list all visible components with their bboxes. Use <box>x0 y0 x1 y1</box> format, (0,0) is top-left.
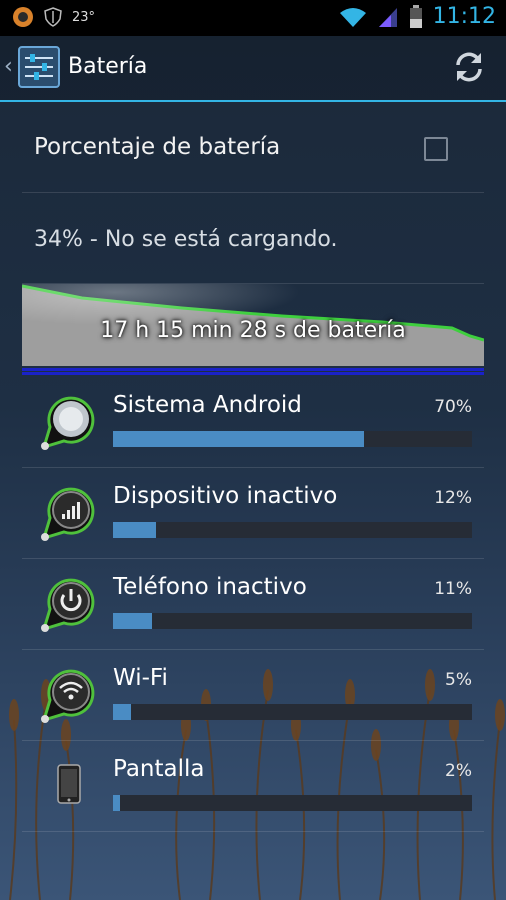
clock: 11:12 <box>432 4 496 29</box>
usage-percent: 5% <box>445 670 472 690</box>
usage-name: Wi-Fi <box>113 665 168 691</box>
battery-status-row: 34% - No se está cargando. <box>22 193 484 284</box>
android-system-icon <box>41 396 95 450</box>
battery-percentage-setting[interactable]: Porcentaje de batería <box>22 104 484 193</box>
shield-icon <box>44 7 62 27</box>
status-bar: 23° 11:12 <box>0 0 506 36</box>
settings-app-icon[interactable] <box>18 46 60 88</box>
usage-item-device-idle[interactable]: Dispositivo inactivo 12% <box>22 468 484 559</box>
usage-name: Teléfono inactivo <box>113 574 307 600</box>
battery-history-graph[interactable]: 17 h 15 min 28 s de batería <box>21 284 485 376</box>
app-notification-icon <box>13 7 33 27</box>
battery-status-icon <box>409 4 422 28</box>
signal-bars-icon <box>41 487 95 541</box>
usage-bar-fill <box>113 522 157 538</box>
wifi-status-icon <box>339 7 366 27</box>
usage-percent: 2% <box>445 761 472 781</box>
usage-bar <box>113 431 472 447</box>
usage-percent: 12% <box>434 488 472 508</box>
usage-bar <box>113 795 472 811</box>
usage-name: Pantalla <box>113 756 205 782</box>
usage-percent: 70% <box>434 397 472 417</box>
battery-percentage-label: Porcentaje de batería <box>34 134 281 160</box>
signal-strength-icon <box>378 7 397 27</box>
battery-status-text: 34% - No se está cargando. <box>34 227 338 252</box>
usage-bar <box>113 613 472 629</box>
usage-item-screen[interactable]: Pantalla 2% <box>22 741 484 832</box>
usage-percent: 11% <box>434 579 472 599</box>
usage-item-android-system[interactable]: Sistema Android 70% <box>22 377 484 468</box>
usage-name: Dispositivo inactivo <box>113 483 338 509</box>
power-icon <box>41 578 95 632</box>
battery-time-label: 17 h 15 min 28 s de batería <box>100 318 406 343</box>
action-bar: ‹ Batería <box>0 36 506 102</box>
temperature-text: 23° <box>72 9 96 25</box>
battery-percentage-checkbox[interactable] <box>424 137 448 161</box>
phone-screen-icon <box>57 764 81 804</box>
refresh-icon[interactable] <box>452 50 486 84</box>
usage-bar-fill <box>113 795 121 811</box>
usage-item-wifi[interactable]: Wi-Fi 5% <box>22 650 484 741</box>
usage-bar-fill <box>113 704 131 720</box>
page-title: Batería <box>68 54 148 79</box>
usage-name: Sistema Android <box>113 392 302 418</box>
wifi-icon <box>41 669 95 723</box>
usage-bar-fill <box>113 613 153 629</box>
usage-item-phone-idle[interactable]: Teléfono inactivo 11% <box>22 559 484 650</box>
usage-bar <box>113 522 472 538</box>
usage-bar-fill <box>113 431 365 447</box>
usage-bar <box>113 704 472 720</box>
back-chevron-icon[interactable]: ‹ <box>4 54 13 79</box>
